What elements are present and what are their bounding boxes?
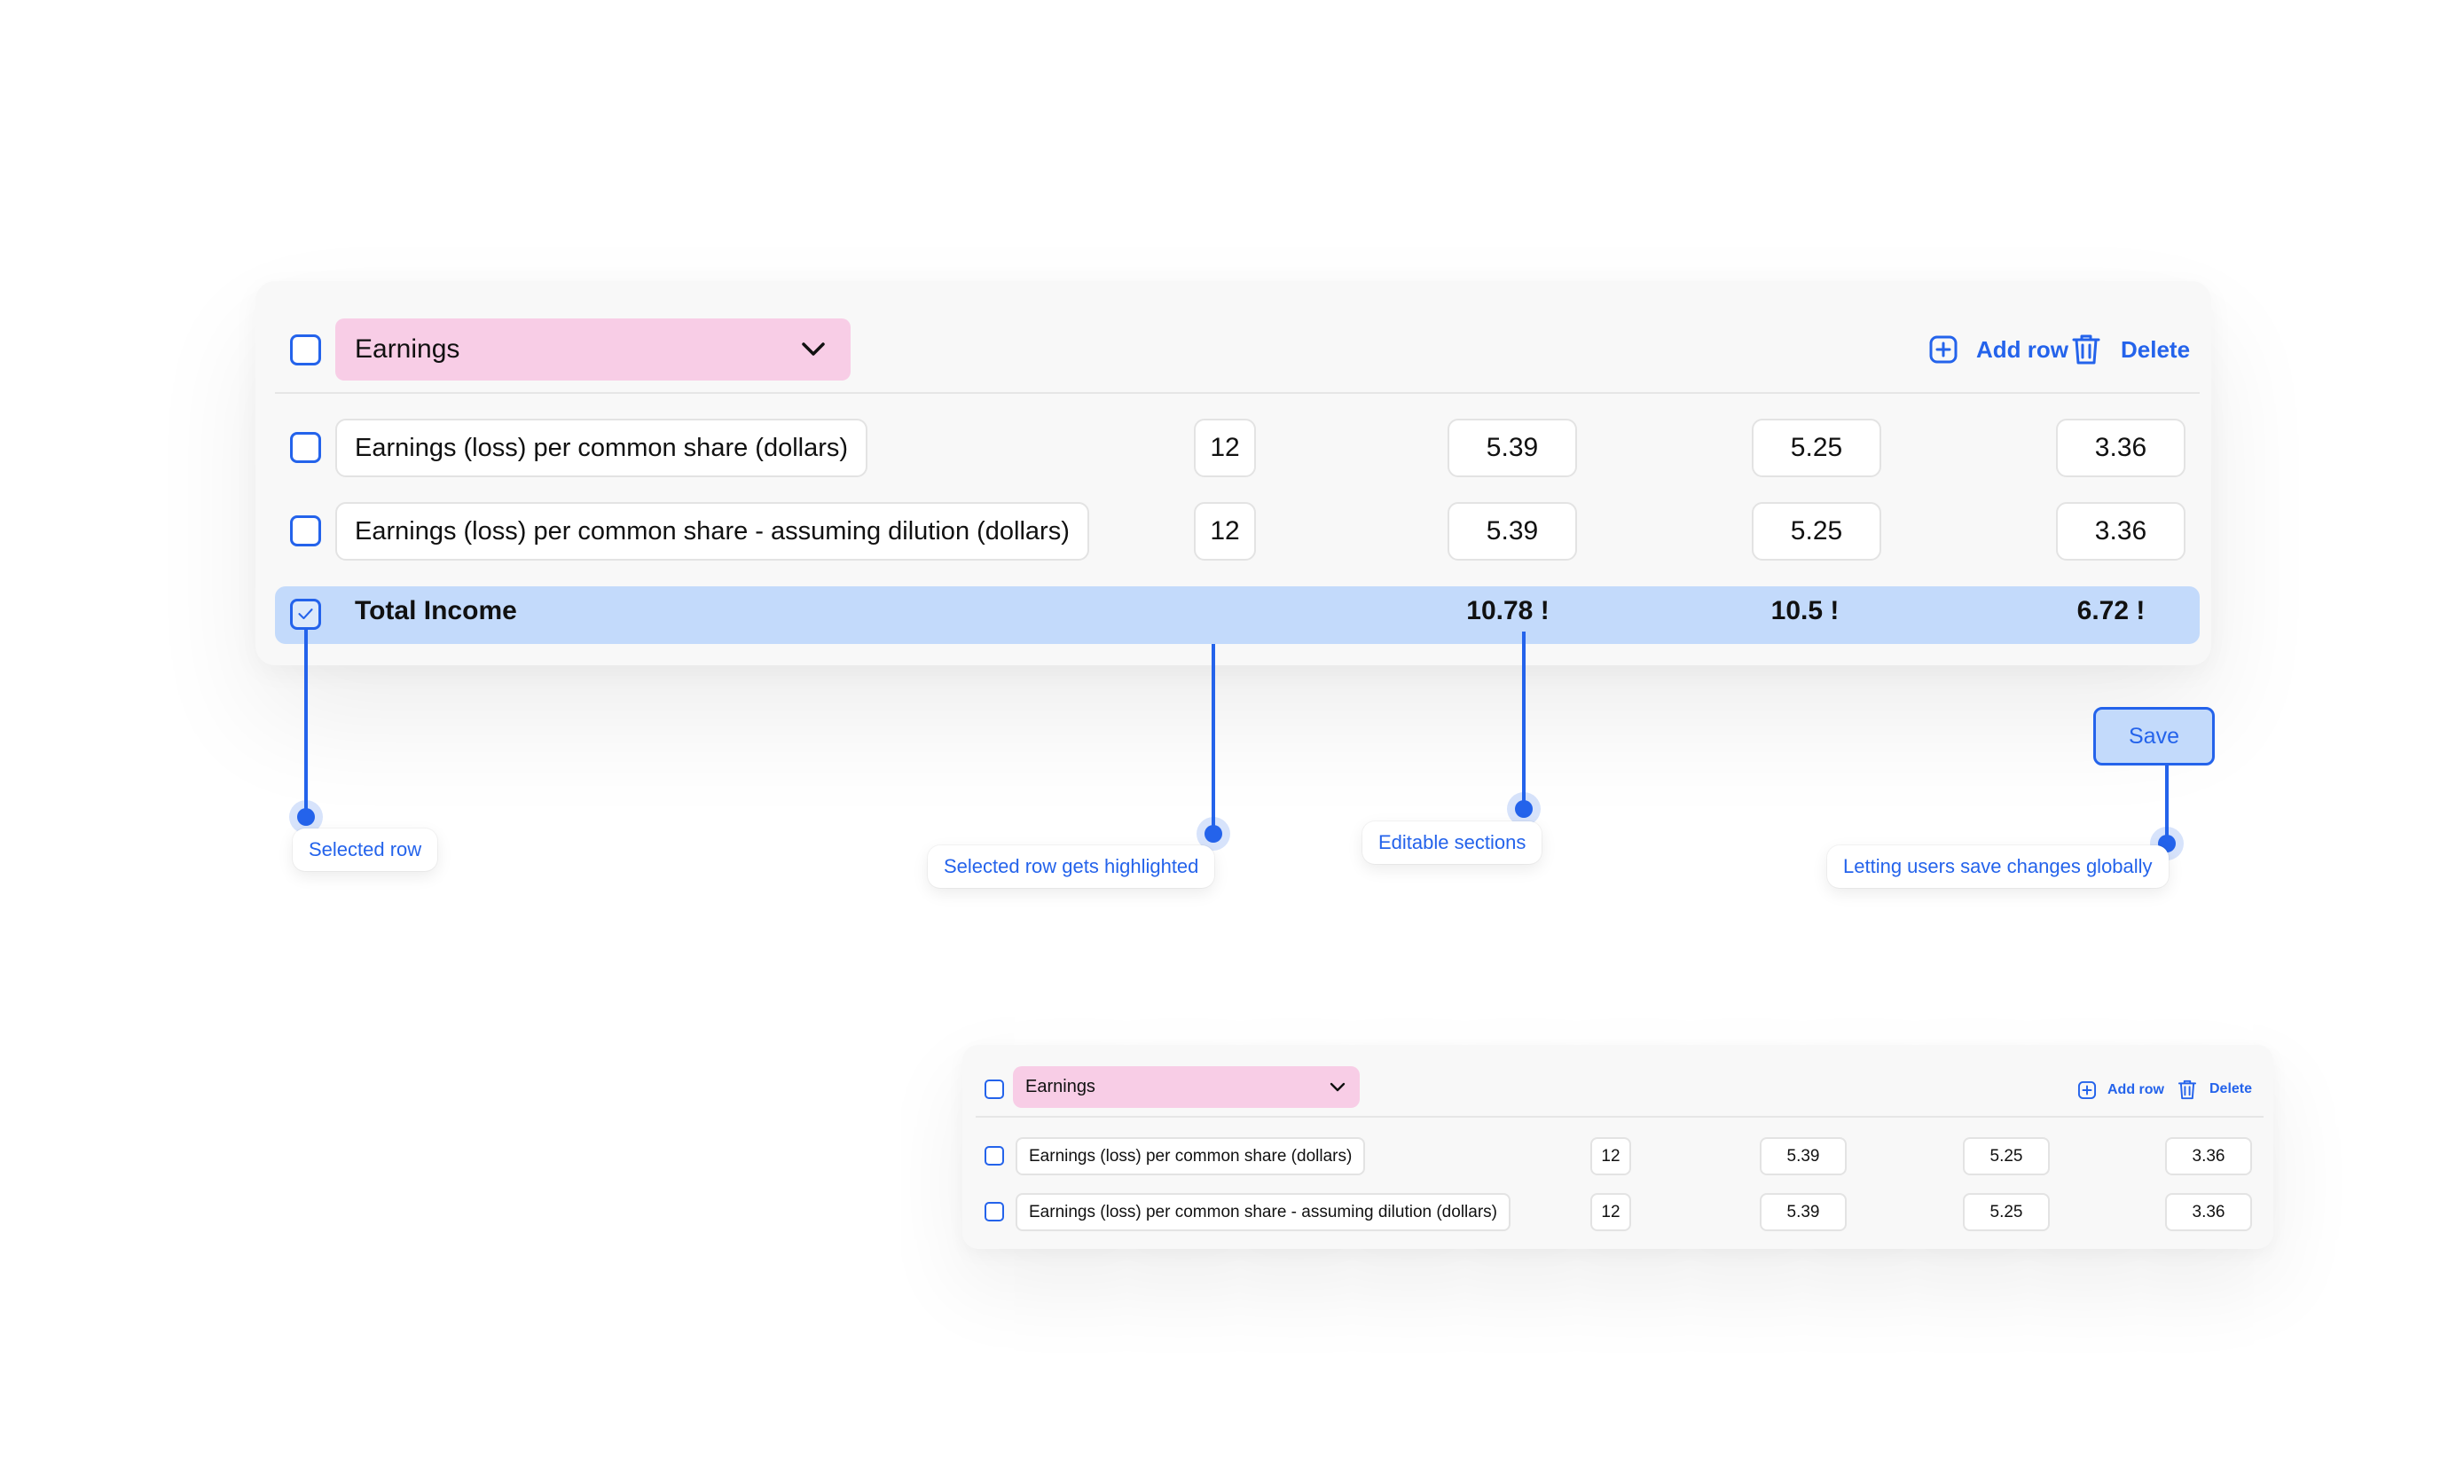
row-value-field[interactable]: 12 xyxy=(1194,419,1256,477)
add-row-button[interactable]: Add row xyxy=(1928,332,2068,367)
trash-icon xyxy=(2072,334,2100,365)
category-checkbox[interactable] xyxy=(290,334,321,365)
callout-line xyxy=(2165,765,2169,844)
total-row-checkbox[interactable] xyxy=(290,599,321,630)
callout-dot xyxy=(297,808,315,826)
header-divider xyxy=(976,1116,2264,1118)
row-value-field[interactable]: 5.25 xyxy=(1963,1193,2050,1231)
row-value-field[interactable]: 5.25 xyxy=(1963,1137,2050,1175)
total-row-highlight[interactable] xyxy=(275,586,2200,644)
row-value-field[interactable]: 12 xyxy=(1590,1193,1631,1231)
row-label-field[interactable]: Earnings (loss) per common share - assum… xyxy=(335,502,1089,561)
chevron-down-icon xyxy=(1330,1082,1346,1091)
category-dropdown[interactable]: Earnings xyxy=(335,318,851,381)
callout-editable: Editable sections xyxy=(1362,821,1542,864)
row-value-field[interactable]: 12 xyxy=(1194,502,1256,561)
row-value-field[interactable]: 5.39 xyxy=(1760,1137,1847,1175)
row-checkbox[interactable] xyxy=(290,515,321,546)
add-row-label: Add row xyxy=(2107,1082,2164,1097)
category-label: Earnings xyxy=(1025,1077,1095,1096)
add-row-label: Add row xyxy=(1976,335,2068,363)
delete-button[interactable]: Delete xyxy=(2071,332,2190,367)
category-label: Earnings xyxy=(355,334,460,364)
callout-line xyxy=(1212,644,1215,834)
save-button[interactable]: Save xyxy=(2093,707,2215,766)
callout-dot xyxy=(1515,800,1533,818)
callout-save-globally: Letting users save changes globally xyxy=(1827,845,2169,888)
callout-line xyxy=(1522,632,1526,809)
total-value: 10.78 ! xyxy=(1466,596,1550,625)
check-icon xyxy=(298,609,313,620)
row-value-field[interactable]: 5.25 xyxy=(1752,419,1881,477)
total-value: 10.5 ! xyxy=(1770,596,1840,625)
add-row-button[interactable]: Add row xyxy=(2077,1079,2164,1102)
row-value-field[interactable]: 5.39 xyxy=(1760,1193,1847,1231)
total-row-label: Total Income xyxy=(355,596,517,625)
total-value: 6.72 ! xyxy=(2076,596,2146,625)
callout-dot xyxy=(1205,825,1222,843)
callout-line xyxy=(304,630,308,818)
delete-label: Delete xyxy=(2121,335,2191,363)
row-value-field[interactable]: 3.36 xyxy=(2165,1137,2252,1175)
category-checkbox[interactable] xyxy=(985,1080,1004,1099)
row-label-field[interactable]: Earnings (loss) per common share (dollar… xyxy=(1016,1137,1366,1175)
row-value-field[interactable]: 3.36 xyxy=(2056,419,2185,477)
header-divider xyxy=(275,392,2200,394)
row-label-field[interactable]: Earnings (loss) per common share (dollar… xyxy=(335,419,868,477)
callout-selected-row: Selected row xyxy=(293,828,438,871)
row-value-field[interactable]: 3.36 xyxy=(2165,1193,2252,1231)
row-value-field[interactable]: 5.39 xyxy=(1448,502,1577,561)
row-checkbox[interactable] xyxy=(985,1146,1004,1166)
callout-highlighted: Selected row gets highlighted xyxy=(928,845,1215,888)
row-value-field[interactable]: 3.36 xyxy=(2056,502,2185,561)
trash-icon xyxy=(2178,1080,2197,1099)
add-square-icon xyxy=(2077,1080,2097,1100)
category-dropdown[interactable]: Earnings xyxy=(1013,1066,1360,1108)
delete-label: Delete xyxy=(2209,1081,2253,1096)
row-checkbox[interactable] xyxy=(985,1202,1004,1221)
row-label-field[interactable]: Earnings (loss) per common share - assum… xyxy=(1016,1193,1511,1231)
row-value-field[interactable]: 12 xyxy=(1590,1137,1631,1175)
delete-button[interactable]: Delete xyxy=(2178,1078,2252,1101)
stage: Earnings Add row Delete Earnings (loss) … xyxy=(0,0,2464,1484)
add-square-icon xyxy=(1929,335,1958,364)
row-value-field[interactable]: 5.39 xyxy=(1448,419,1577,477)
row-checkbox[interactable] xyxy=(290,432,321,463)
row-value-field[interactable]: 5.25 xyxy=(1752,502,1881,561)
chevron-down-icon xyxy=(802,342,825,356)
